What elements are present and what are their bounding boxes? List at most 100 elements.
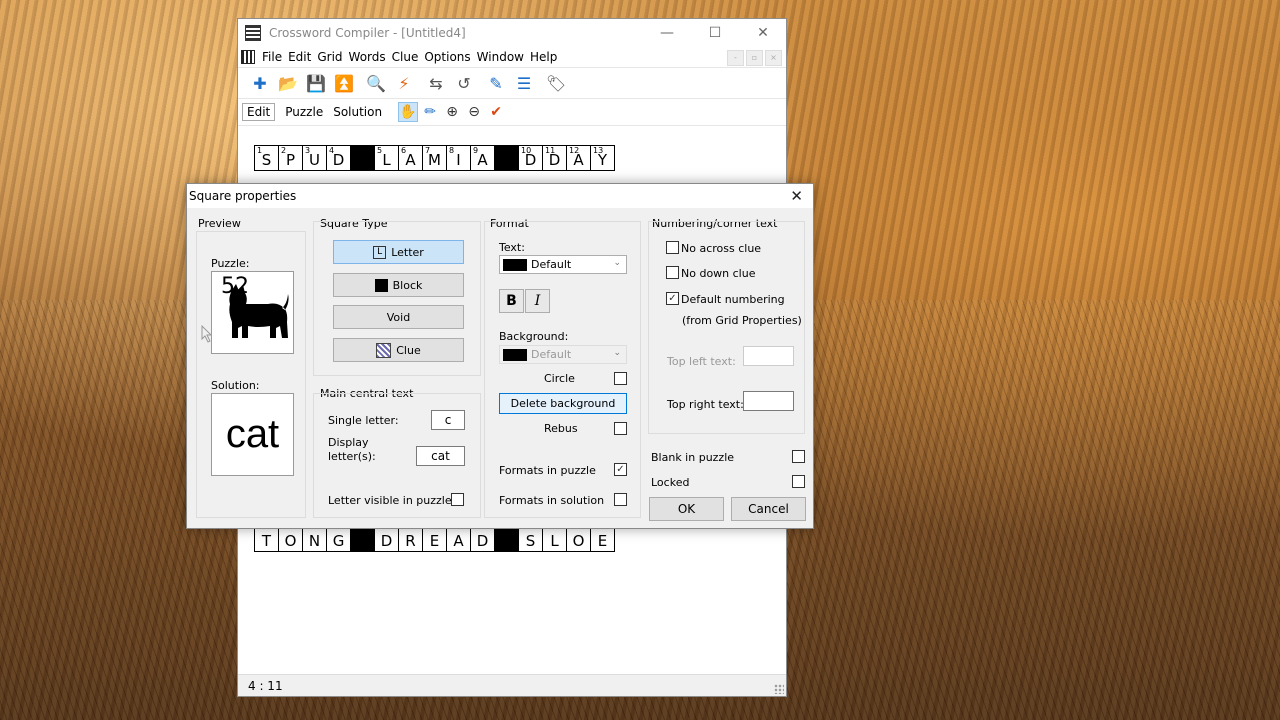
letter-type-label: Letter	[391, 245, 424, 259]
grid-cell[interactable]: 2P	[279, 146, 303, 170]
default-numbering-checkbox[interactable]: ✓	[666, 292, 679, 305]
grid-cell[interactable]: D	[471, 527, 495, 551]
save-icon: 💾	[306, 73, 326, 93]
block-cell[interactable]	[495, 527, 519, 551]
clue-number: 6	[401, 146, 407, 155]
mdi-close-button[interactable]: ×	[765, 50, 782, 66]
display-letters-input[interactable]: cat	[416, 446, 465, 466]
tag-button[interactable]: 🏷	[542, 71, 570, 95]
block-cell[interactable]	[495, 146, 519, 170]
mdi-minimize-button[interactable]: -	[727, 50, 744, 66]
undo-button[interactable]: ↺	[450, 71, 478, 95]
blank-in-puzzle-checkbox[interactable]	[792, 450, 805, 463]
tab-puzzle[interactable]: Puzzle	[281, 103, 327, 121]
swap-button[interactable]: ⇆	[422, 71, 450, 95]
no-down-clue-checkbox[interactable]	[666, 266, 679, 279]
save-button[interactable]: 💾	[302, 71, 330, 95]
grid-cell[interactable]: 9A	[471, 146, 495, 170]
list-icon: ☰	[516, 73, 532, 93]
no-across-clue-checkbox[interactable]	[666, 241, 679, 254]
zoom-out-tool-button[interactable]: ⊖	[464, 102, 484, 122]
grid-cell[interactable]: T	[255, 527, 279, 551]
grid-cell[interactable]: G	[327, 527, 351, 551]
grid-cell[interactable]: 3U	[303, 146, 327, 170]
close-button[interactable]: ✕	[740, 19, 786, 47]
formats-in-puzzle-checkbox[interactable]: ✓	[614, 463, 627, 476]
grid-cell[interactable]: 13 Y	[591, 146, 615, 170]
block-cell[interactable]	[351, 146, 375, 170]
single-letter-input[interactable]: c	[431, 410, 465, 430]
grid-cell[interactable]: S	[519, 527, 543, 551]
formats-in-solution-checkbox[interactable]	[614, 493, 627, 506]
zoom-in-tool-button[interactable]: ⊕	[442, 102, 462, 122]
background-label: Background:	[499, 330, 569, 343]
search-button[interactable]: 🔍	[362, 71, 390, 95]
grid-cell[interactable]: N	[303, 527, 327, 551]
text-color-dropdown[interactable]: Default ⌄	[499, 255, 627, 274]
ok-button[interactable]: OK	[649, 497, 724, 521]
open-folder-button[interactable]: 📂	[274, 71, 302, 95]
void-type-button[interactable]: Void	[333, 305, 464, 329]
grid-cell[interactable]: L	[543, 527, 567, 551]
tab-solution[interactable]: Solution	[329, 103, 386, 121]
plus-button[interactable]: ✚	[246, 71, 274, 95]
menu-help[interactable]: Help	[527, 50, 560, 64]
block-cell[interactable]	[351, 527, 375, 551]
grid-cell[interactable]: A	[447, 527, 471, 551]
block-type-button[interactable]: Block	[333, 273, 464, 297]
grid-cell[interactable]: 4D	[327, 146, 351, 170]
dialog-close-button[interactable]: ✕	[790, 187, 803, 205]
letter-visible-checkbox[interactable]	[451, 493, 464, 506]
italic-button[interactable]: I	[525, 289, 550, 313]
grid-cell[interactable]: 8I	[447, 146, 471, 170]
grid-cell[interactable]: O	[567, 527, 591, 551]
top-left-text-input[interactable]	[743, 346, 794, 366]
letter-type-button[interactable]: L Letter	[333, 240, 464, 264]
grid-cell[interactable]: 1S	[255, 146, 279, 170]
menu-clue[interactable]: Clue	[389, 50, 422, 64]
list-button[interactable]: ☰	[510, 71, 538, 95]
menu-grid[interactable]: Grid	[314, 50, 345, 64]
grid-cell[interactable]: 7M	[423, 146, 447, 170]
grid-cell[interactable]: O	[279, 527, 303, 551]
menu-edit[interactable]: Edit	[285, 50, 314, 64]
rebus-checkbox[interactable]	[614, 422, 627, 435]
grid-cell[interactable]: 6A	[399, 146, 423, 170]
lightning-button[interactable]: ⚡	[390, 71, 418, 95]
grid-cell[interactable]: 10 D	[519, 146, 543, 170]
grid-cell[interactable]: 5L	[375, 146, 399, 170]
cancel-button[interactable]: Cancel	[731, 497, 806, 521]
mdi-restore-button[interactable]: ▫	[746, 50, 763, 66]
circle-checkbox[interactable]	[614, 372, 627, 385]
document-icon[interactable]	[241, 50, 255, 64]
background-color-dropdown[interactable]: Default ⌄	[499, 345, 627, 364]
menu-options[interactable]: Options	[421, 50, 473, 64]
minimize-button[interactable]: —	[644, 19, 690, 47]
dialog-title-bar[interactable]: Square properties ✕	[187, 184, 813, 208]
bold-button[interactable]: B	[499, 289, 524, 313]
pencil-tool-button[interactable]: ✏	[420, 102, 440, 122]
tab-edit[interactable]: Edit	[242, 103, 276, 121]
grid-cell[interactable]: R	[399, 527, 423, 551]
grid-cell[interactable]: E	[423, 527, 447, 551]
menu-file[interactable]: File	[259, 50, 285, 64]
maximize-button[interactable]: ☐	[692, 19, 738, 47]
top-right-text-input[interactable]	[743, 391, 794, 411]
menu-window[interactable]: Window	[474, 50, 527, 64]
upload-button[interactable]: ⏫	[330, 71, 358, 95]
grid-cell[interactable]: D	[375, 527, 399, 551]
clue-type-button[interactable]: Clue	[333, 338, 464, 362]
delete-background-button[interactable]: Delete background	[499, 393, 627, 414]
grid-cell[interactable]: E	[591, 527, 615, 551]
locked-checkbox[interactable]	[792, 475, 805, 488]
menu-words[interactable]: Words	[346, 50, 389, 64]
edit-button[interactable]: ✎	[482, 71, 510, 95]
title-bar[interactable]: Crossword Compiler - [Untitled4] — ☐ ✕	[238, 19, 786, 47]
from-grid-properties-label: (from Grid Properties)	[682, 314, 802, 327]
cell-letter: U	[309, 151, 320, 169]
grid-cell[interactable]: 12 A	[567, 146, 591, 170]
grid-cell[interactable]: 11 D	[543, 146, 567, 170]
pointer-tool-button[interactable]: ✋	[398, 102, 419, 122]
checkmark-tool-button[interactable]: ✔	[486, 102, 506, 122]
resize-grip-icon[interactable]	[774, 684, 784, 694]
